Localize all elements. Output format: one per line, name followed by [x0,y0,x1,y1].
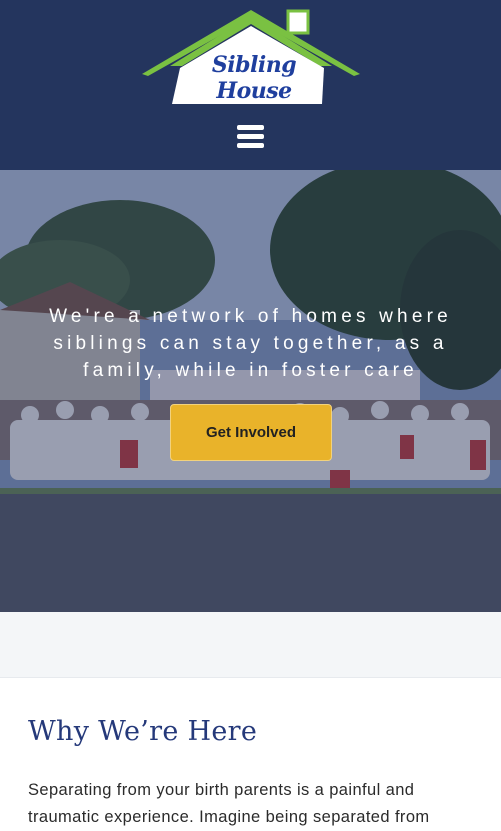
section-divider-band [0,612,501,678]
section-body-text: Separating from your birth parents is a … [28,781,430,826]
site-header: Sibling House [0,0,501,170]
hero-tagline: We're a network of homes where siblings … [49,306,452,381]
hero-overlay [0,170,501,612]
hero-banner: We're a network of homes where siblings … [0,170,501,612]
logo-text: Sibling House [211,52,297,104]
hamburger-menu-icon[interactable] [236,124,266,150]
get-involved-button[interactable]: Get Involved [170,404,332,461]
section-title: Why We’re Here [28,716,258,747]
